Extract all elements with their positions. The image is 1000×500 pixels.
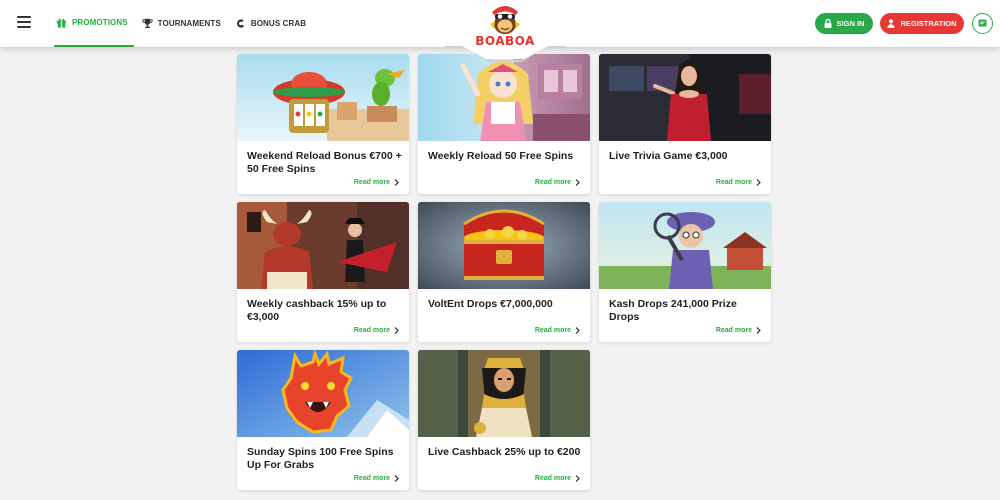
lock-icon — [824, 19, 832, 28]
read-more-label: Read more — [353, 475, 390, 482]
nav-item-bonus-crab[interactable]: BONUS CRAB — [233, 0, 312, 47]
read-more-link[interactable]: Read more — [535, 475, 580, 482]
nav-label: PROMOTIONS — [72, 18, 128, 27]
promo-image-kash-drops — [599, 202, 771, 289]
promo-title: Weekly Reload 50 Free Spins — [428, 150, 574, 162]
promo-image-voltent-drops — [418, 202, 590, 289]
read-more-link[interactable]: Read more — [354, 327, 399, 334]
nav-label: TOURNAMENTS — [157, 19, 221, 28]
promo-title: Live Trivia Game €3,000 — [609, 150, 728, 162]
promo-image-weekly-cashback — [237, 202, 409, 289]
promo-image-live-cashback — [418, 350, 590, 437]
read-more-label: Read more — [353, 327, 390, 334]
read-more-label: Read more — [534, 475, 571, 482]
chevron-right-icon — [756, 179, 761, 186]
chevron-right-icon — [756, 327, 761, 334]
nav-label: BONUS CRAB — [250, 19, 307, 28]
promo-card-weekly-reload[interactable]: Weekly Reload 50 Free Spins Read more — [418, 54, 590, 194]
promo-image-live-trivia — [599, 54, 771, 141]
chevron-right-icon — [575, 179, 580, 186]
trophy-icon — [142, 18, 153, 29]
monkey-mascot-icon — [490, 6, 520, 34]
chevron-right-icon — [394, 475, 399, 482]
chat-button[interactable] — [972, 13, 993, 34]
read-more-link[interactable]: Read more — [354, 179, 399, 186]
chevron-right-icon — [394, 179, 399, 186]
site-logo[interactable]: BOABOA — [444, 0, 566, 62]
sign-in-button[interactable]: SIGN IN — [815, 13, 873, 34]
read-more-label: Read more — [534, 327, 571, 334]
chevron-right-icon — [575, 475, 580, 482]
chevron-right-icon — [394, 327, 399, 334]
promo-card-sunday-spins[interactable]: Sunday Spins 100 Free Spins Up For Grabs… — [237, 350, 409, 490]
read-more-link[interactable]: Read more — [716, 179, 761, 186]
registration-label: REGISTRATION — [900, 19, 957, 28]
promo-card-weekend-reload[interactable]: Weekend Reload Bonus €700 + 50 Free Spin… — [237, 54, 409, 194]
logo-wordmark: BOABOA — [475, 34, 535, 48]
nav-item-tournaments[interactable]: TOURNAMENTS — [140, 0, 227, 47]
read-more-link[interactable]: Read more — [535, 179, 580, 186]
crab-claw-icon — [236, 19, 245, 28]
promo-card-live-cashback[interactable]: Live Cashback 25% up to €200 Read more — [418, 350, 590, 490]
promo-title: Kash Drops 241,000 Prize Drops — [609, 298, 737, 323]
promo-image-weekend-reload — [237, 54, 409, 141]
read-more-link[interactable]: Read more — [716, 327, 761, 334]
registration-button[interactable]: REGISTRATION — [880, 13, 964, 34]
promo-title: Sunday Spins 100 Free Spins Up For Grabs — [247, 446, 394, 471]
promo-card-voltent-drops[interactable]: VoltEnt Drops €7,000,000 Read more — [418, 202, 590, 342]
main-nav: PROMOTIONS TOURNAMENTS BONUS CRAB — [54, 0, 318, 47]
promo-title: Live Cashback 25% up to €200 — [428, 446, 581, 458]
read-more-label: Read more — [715, 327, 752, 334]
promo-title: Weekly cashback 15% up to €3,000 — [247, 298, 387, 323]
read-more-link[interactable]: Read more — [535, 327, 580, 334]
promo-title: VoltEnt Drops €7,000,000 — [428, 298, 553, 310]
menu-icon[interactable] — [17, 16, 31, 28]
promo-image-sunday-spins — [237, 350, 409, 437]
read-more-label: Read more — [534, 179, 571, 186]
chat-icon — [978, 19, 987, 27]
user-icon — [887, 19, 896, 28]
promo-card-live-trivia[interactable]: Live Trivia Game €3,000 Read more — [599, 54, 771, 194]
read-more-link[interactable]: Read more — [354, 475, 399, 482]
nav-item-promotions[interactable]: PROMOTIONS — [54, 0, 134, 47]
promo-image-weekly-reload — [418, 54, 590, 141]
chevron-right-icon — [575, 327, 580, 334]
gift-icon — [56, 18, 67, 28]
sign-in-label: SIGN IN — [836, 19, 865, 28]
read-more-label: Read more — [715, 179, 752, 186]
promo-card-kash-drops[interactable]: Kash Drops 241,000 Prize Drops Read more — [599, 202, 771, 342]
read-more-label: Read more — [353, 179, 390, 186]
promo-card-weekly-cashback[interactable]: Weekly cashback 15% up to €3,000 Read mo… — [237, 202, 409, 342]
promo-title: Weekend Reload Bonus €700 + 50 Free Spin… — [247, 150, 402, 175]
